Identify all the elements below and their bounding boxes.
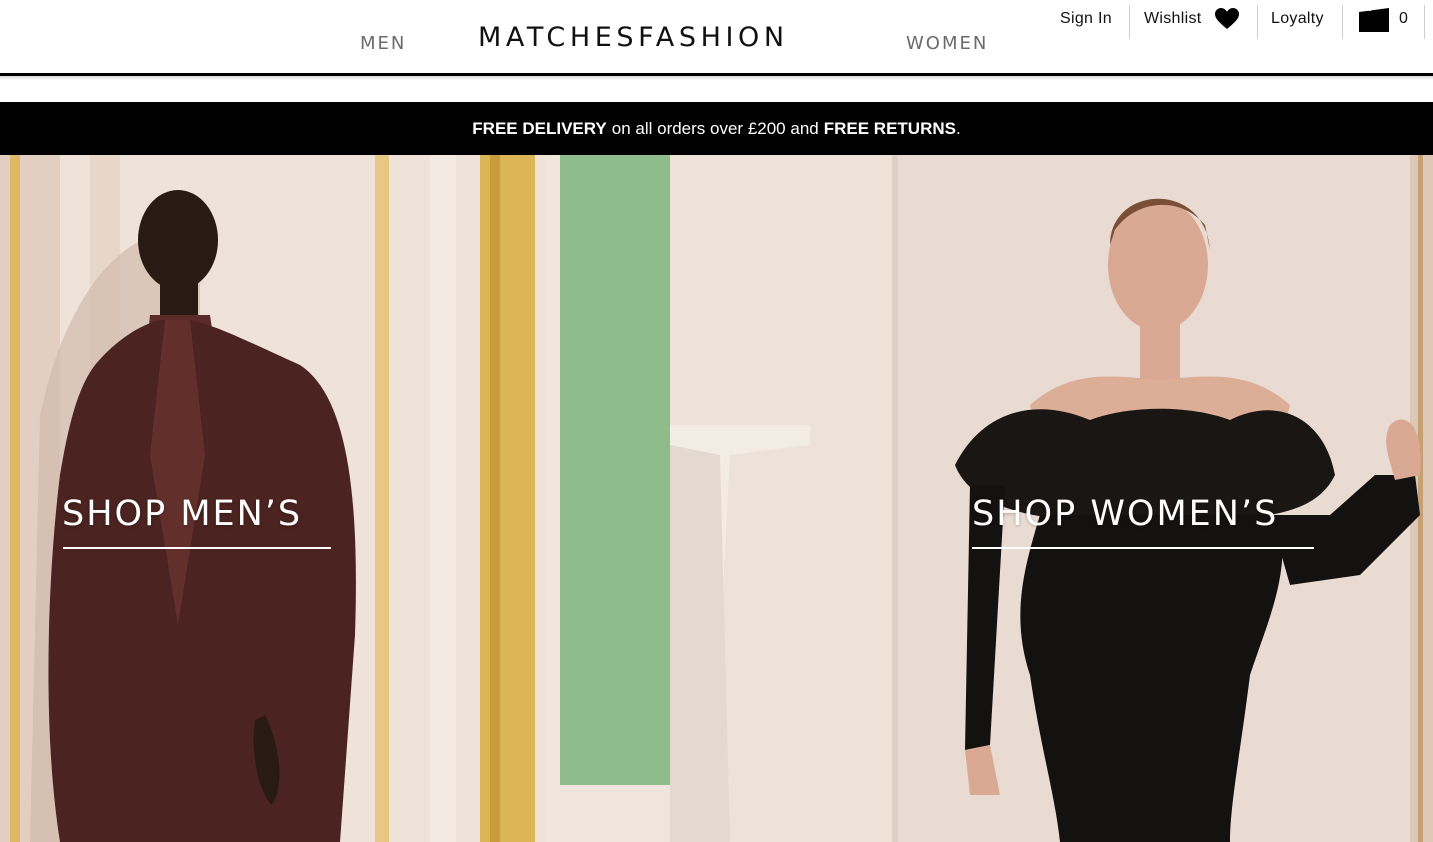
heart-icon — [1214, 8, 1239, 29]
promo-free-delivery: FREE DELIVERY — [472, 118, 607, 138]
nav-women-link[interactable]: WOMEN — [906, 33, 988, 54]
divider — [1129, 5, 1130, 39]
divider — [1342, 5, 1343, 39]
divider — [1257, 5, 1258, 39]
site-header: MEN MATCHESFASHION WOMEN Sign In Wishlis… — [0, 0, 1433, 78]
sign-in-label: Sign In — [1060, 10, 1112, 27]
promo-free-returns: FREE RETURNS — [823, 118, 956, 138]
shopping-bag-icon — [1359, 5, 1389, 32]
bag-count: 0 — [1399, 10, 1409, 27]
shop-mens-underline — [63, 547, 331, 549]
promo-text: on all orders over £200 and — [611, 118, 819, 138]
shop-womens-underline — [972, 547, 1314, 549]
promo-banner[interactable]: FREE DELIVERY on all orders over £200 an… — [0, 102, 1433, 155]
loyalty-link[interactable]: Loyalty — [1271, 0, 1324, 38]
sign-in-link[interactable]: Sign In — [1060, 0, 1112, 38]
shopping-bag-button[interactable]: 0 — [1357, 0, 1408, 38]
site-logo[interactable]: MATCHESFASHION — [478, 22, 866, 56]
nav-men-link[interactable]: MEN — [360, 33, 406, 54]
wishlist-link[interactable]: Wishlist — [1144, 0, 1240, 38]
shop-mens-link[interactable]: SHOP MEN’S — [62, 494, 302, 534]
shop-womens-link[interactable]: SHOP WOMEN’S — [972, 494, 1278, 534]
header-shadow — [0, 76, 1433, 80]
divider — [1424, 5, 1425, 39]
loyalty-label: Loyalty — [1271, 10, 1324, 27]
wishlist-label: Wishlist — [1144, 10, 1202, 27]
promo-period: . — [955, 118, 961, 138]
